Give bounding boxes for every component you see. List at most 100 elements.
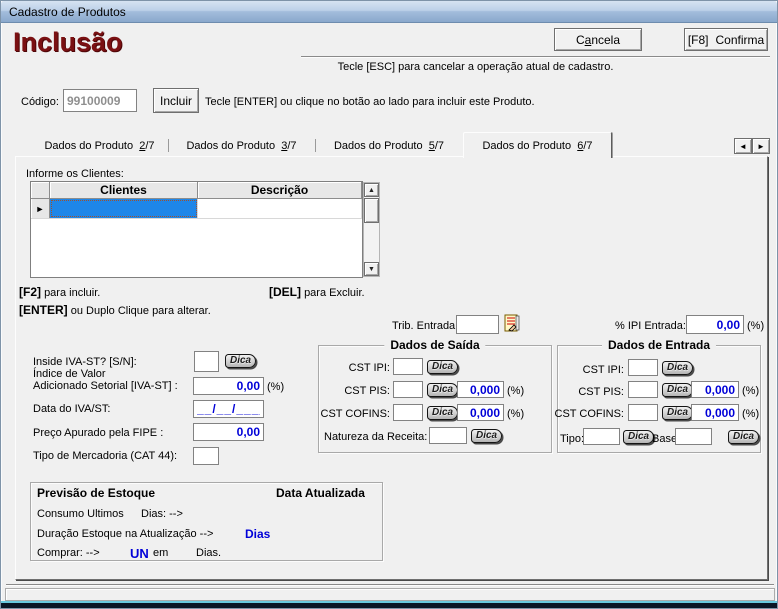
saida-cst-cofins-label: CST COFINS: bbox=[318, 408, 390, 420]
hint-del: [DEL] para Excluir. bbox=[269, 285, 365, 299]
saida-cst-pis-dica-button[interactable]: Dica bbox=[427, 383, 458, 397]
confirm-key-label: [F8] bbox=[688, 33, 709, 47]
saida-cofins-pct-input[interactable] bbox=[457, 404, 504, 421]
tab-dados-5[interactable]: Dados do Produto 5/7 bbox=[316, 136, 462, 156]
scrollbar-up-button[interactable]: ▲ bbox=[364, 183, 379, 197]
codigo-input[interactable] bbox=[63, 89, 137, 112]
saida-cst-pis-label: CST PIS: bbox=[318, 385, 390, 397]
consumo-dias-label: Dias: --> bbox=[141, 508, 183, 520]
incluir-button[interactable]: Incluir bbox=[153, 88, 199, 113]
cat44-input[interactable] bbox=[193, 447, 219, 465]
saida-cofins-pct-label: (%) bbox=[507, 408, 524, 420]
dados-entrada-title: Dados de Entrada bbox=[602, 338, 716, 352]
entrada-cofins-pct-label: (%) bbox=[742, 408, 759, 420]
tab-dados-2[interactable]: Dados do Produto 2/7 bbox=[31, 136, 168, 156]
tipo-input[interactable] bbox=[583, 428, 620, 445]
entrada-cofins-pct-input[interactable] bbox=[691, 404, 739, 421]
comprar-dias-label: Dias. bbox=[196, 547, 221, 559]
fipe-label: Preço Apurado pela FIPE : bbox=[33, 427, 163, 439]
tab-scroll-left-button[interactable]: ◄ bbox=[734, 138, 752, 154]
natureza-input[interactable] bbox=[429, 427, 467, 444]
inside-iva-label: Inside IVA-ST? [S/N]: bbox=[33, 356, 137, 368]
indice-iva-input[interactable] bbox=[193, 377, 264, 395]
entrada-cst-pis-input[interactable] bbox=[628, 381, 658, 398]
scrollbar-down-button[interactable]: ▼ bbox=[364, 262, 379, 276]
esc-hint: Tecle [ESC] para cancelar a operação atu… bbox=[303, 61, 648, 73]
tipo-label: Tipo: bbox=[560, 433, 584, 445]
entrada-pis-pct-input[interactable] bbox=[691, 381, 739, 398]
clients-grid-label: Informe os Clientes: bbox=[26, 168, 124, 180]
cancel-button-label: Cancela bbox=[576, 33, 620, 47]
tab-next-icon: ► bbox=[757, 142, 765, 151]
saida-cst-ipi-label: CST IPI: bbox=[318, 362, 390, 374]
status-bar bbox=[5, 588, 775, 601]
tipo-dica-button[interactable]: Dica bbox=[623, 430, 654, 444]
ipi-entrada-pct: (%) bbox=[747, 320, 764, 332]
confirm-button[interactable]: [F8] Confirma bbox=[684, 28, 768, 51]
grid-cell-clientes[interactable] bbox=[50, 199, 198, 218]
tab-prev-icon: ◄ bbox=[739, 142, 747, 151]
ipi-entrada-input[interactable] bbox=[686, 315, 744, 334]
data-atualizada-title: Data Atualizada bbox=[276, 486, 365, 500]
window-bottom-border bbox=[1, 603, 778, 609]
scrollbar-thumb[interactable] bbox=[364, 198, 379, 223]
grid-header-clientes[interactable]: Clientes bbox=[50, 182, 198, 199]
codigo-label: Código: bbox=[21, 96, 59, 108]
dados-saida-title: Dados de Saída bbox=[384, 338, 485, 352]
lookup-icon[interactable] bbox=[503, 314, 522, 333]
consumo-label: Consumo Ultimos bbox=[37, 508, 124, 520]
grid-header-row: Clientes Descrição bbox=[31, 182, 362, 199]
tab-scroll-right-button[interactable]: ► bbox=[752, 138, 770, 154]
indice-iva-pct: (%) bbox=[267, 381, 284, 393]
cat44-label: Tipo de Mercadoria (CAT 44): bbox=[33, 450, 177, 462]
indice-label-1: Índice de Valor bbox=[33, 368, 106, 380]
data-iva-label: Data do IVA/ST: bbox=[33, 403, 110, 415]
cancel-button[interactable]: Cancela bbox=[554, 28, 642, 51]
duracao-dias-value: Dias bbox=[245, 527, 270, 541]
grid-row-indicator: ► bbox=[31, 199, 50, 218]
comprar-label: Comprar: --> bbox=[37, 547, 100, 559]
saida-cst-cofins-input[interactable] bbox=[393, 404, 423, 421]
indice-label-2: Adicionado Setorial [IVA-ST] : bbox=[33, 380, 178, 392]
grid-header-indicator bbox=[31, 182, 50, 199]
entrada-cst-ipi-dica-button[interactable]: Dica bbox=[662, 361, 693, 375]
tab-dados-6-active[interactable]: Dados do Produto 6/7 bbox=[463, 132, 612, 158]
base-dica-button[interactable]: Dica bbox=[728, 430, 759, 444]
trib-entrada-input[interactable] bbox=[456, 315, 499, 334]
confirm-button-label: Confirma bbox=[715, 33, 764, 47]
grid-scrollbar[interactable]: ▲ ▼ bbox=[363, 182, 380, 277]
trib-entrada-label: Trib. Entrada: bbox=[392, 320, 458, 332]
saida-pis-pct-label: (%) bbox=[507, 385, 524, 397]
title-bar: Cadastro de Produtos bbox=[1, 1, 777, 23]
base-input[interactable] bbox=[675, 428, 712, 445]
cadastro-produtos-window: Cadastro de Produtos Inclusão Cancela [F… bbox=[0, 0, 778, 609]
entrada-cst-cofins-dica-button[interactable]: Dica bbox=[662, 406, 693, 420]
data-iva-input[interactable] bbox=[193, 400, 264, 418]
scroll-down-icon: ▼ bbox=[368, 266, 375, 273]
saida-cst-pis-input[interactable] bbox=[393, 381, 423, 398]
inside-iva-dica-button[interactable]: Dica bbox=[225, 354, 256, 368]
clients-grid: Clientes Descrição ► bbox=[30, 181, 363, 278]
header-divider bbox=[301, 56, 770, 58]
entrada-cst-cofins-input[interactable] bbox=[628, 404, 658, 421]
inside-iva-input[interactable] bbox=[194, 351, 219, 372]
saida-pis-pct-input[interactable] bbox=[457, 381, 504, 398]
entrada-cst-cofins-label: CST COFINS: bbox=[553, 408, 624, 420]
grid-header-descricao[interactable]: Descrição bbox=[198, 182, 362, 199]
fipe-input[interactable] bbox=[193, 423, 264, 441]
saida-cst-ipi-input[interactable] bbox=[393, 358, 423, 375]
grid-row[interactable]: ► bbox=[31, 199, 362, 219]
natureza-dica-button[interactable]: Dica bbox=[471, 429, 502, 443]
natureza-label: Natureza da Receita: bbox=[324, 431, 427, 443]
entrada-cst-pis-label: CST PIS: bbox=[553, 386, 624, 398]
saida-cst-cofins-dica-button[interactable]: Dica bbox=[427, 406, 458, 420]
hint-enter: [ENTER] ou Duplo Clique para alterar. bbox=[19, 303, 211, 317]
saida-cst-ipi-dica-button[interactable]: Dica bbox=[427, 360, 458, 374]
tab-dados-3[interactable]: Dados do Produto 3/7 bbox=[169, 136, 314, 156]
grid-cell-descricao[interactable] bbox=[198, 199, 362, 218]
entrada-cst-pis-dica-button[interactable]: Dica bbox=[662, 383, 693, 397]
entrada-cst-ipi-input[interactable] bbox=[628, 359, 658, 376]
incluir-button-label: Incluir bbox=[160, 94, 192, 108]
page-title: Inclusão bbox=[13, 27, 123, 58]
entrada-cst-ipi-label: CST IPI: bbox=[553, 364, 624, 376]
